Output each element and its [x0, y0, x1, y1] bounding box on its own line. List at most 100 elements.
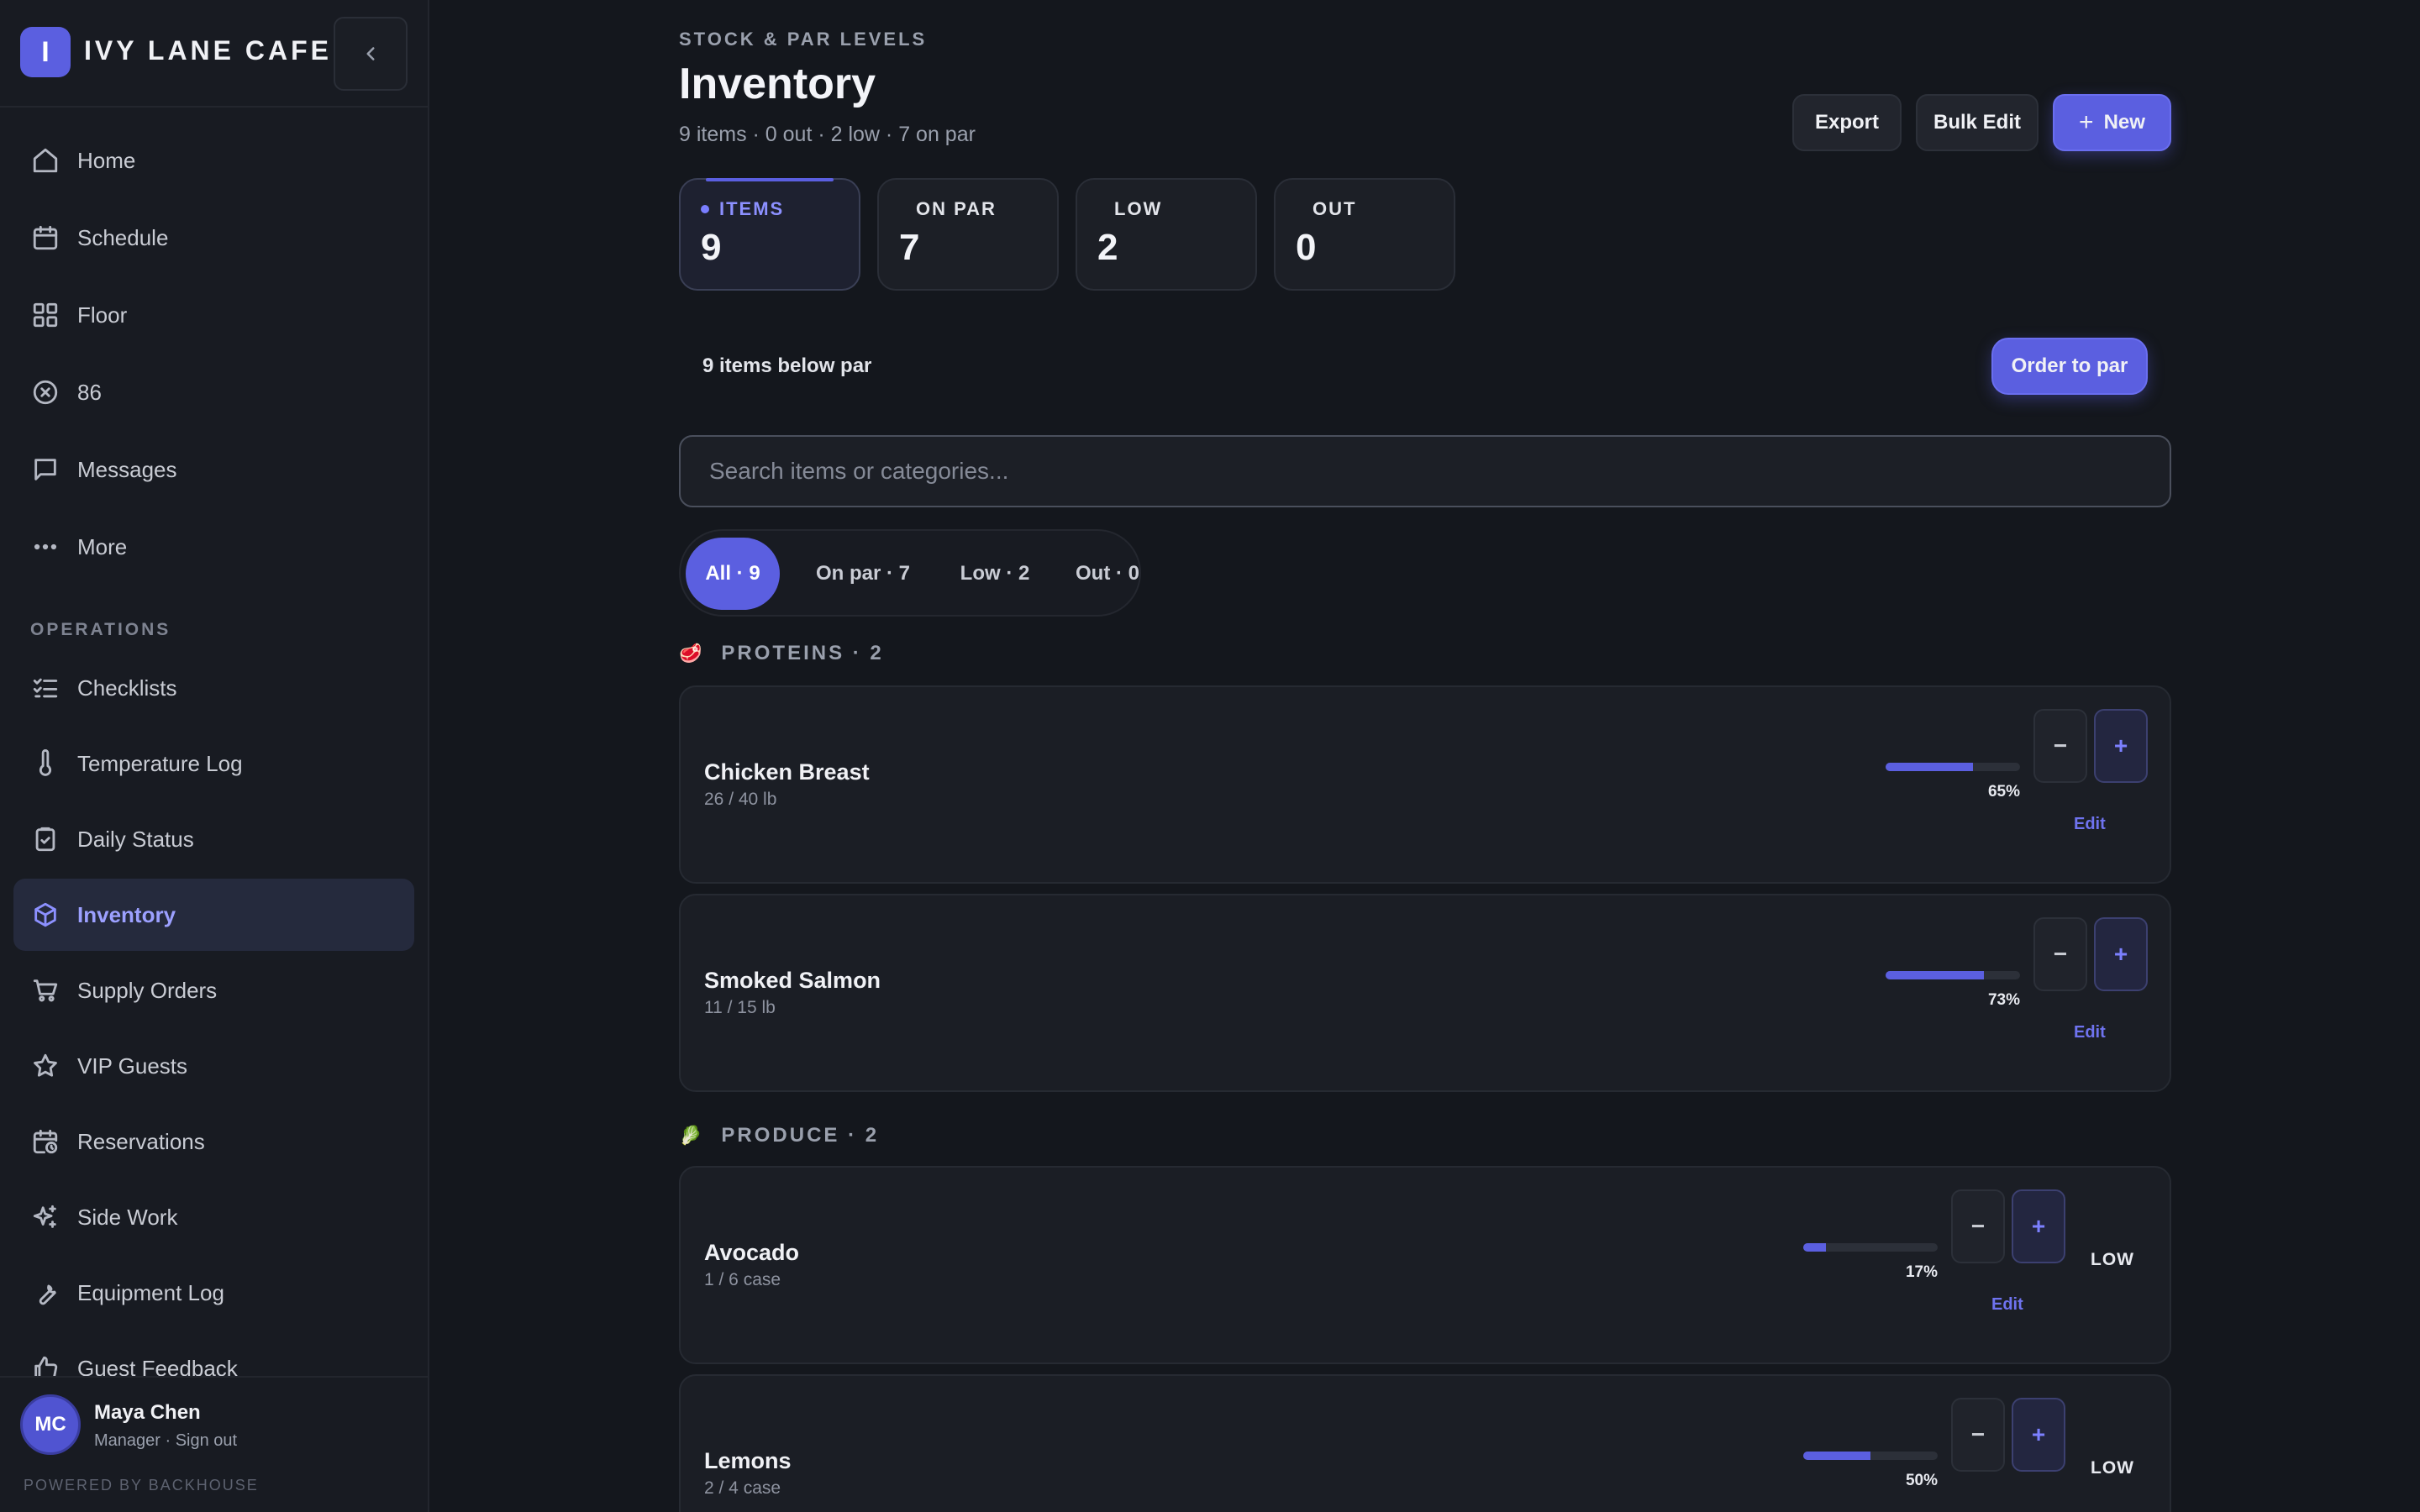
- inventory-item-card: Chicken Breast 26 / 40 lb 65% − + Edit: [679, 685, 2171, 884]
- par-percentage: 50%: [1905, 1472, 1938, 1489]
- stat-value: 7: [899, 227, 920, 268]
- sidebar-item-label: Daily Status: [77, 826, 194, 852]
- increment-button[interactable]: +: [2012, 1398, 2065, 1472]
- sidebar-item-floor[interactable]: Floor: [13, 279, 414, 351]
- edit-link[interactable]: Edit: [2074, 815, 2106, 834]
- par-progress-bar: [1886, 763, 2020, 771]
- sidebar-item-messages[interactable]: Messages: [13, 433, 414, 506]
- item-name: Chicken Breast: [704, 759, 870, 785]
- inventory-item-card: Smoked Salmon 11 / 15 lb 73% − + Edit: [679, 894, 2171, 1092]
- item-name: Avocado: [704, 1240, 800, 1265]
- edit-link[interactable]: Edit: [1991, 1295, 2023, 1315]
- plus-icon: +: [2079, 108, 2094, 136]
- par-percentage: 73%: [1987, 991, 2020, 1009]
- sidebar-item-schedule[interactable]: Schedule: [13, 202, 414, 274]
- sidebar-item-label: Schedule: [77, 224, 169, 250]
- item-quantity: 1 / 6 case: [704, 1270, 781, 1289]
- inventory-item-card: Avocado 1 / 6 case 17% − + Edit LOW: [679, 1166, 2171, 1364]
- sidebar-item-86[interactable]: 86: [13, 356, 414, 428]
- stat-on-par[interactable]: ON PAR 7: [877, 178, 1059, 291]
- sidebar-item-equipment-log[interactable]: Equipment Log: [13, 1257, 414, 1329]
- stat-label: OUT: [1313, 198, 1357, 219]
- filter-chips: All · 9 On par · 7 Low · 2 Out · 0: [679, 529, 1141, 617]
- sidebar-item-supply-orders[interactable]: Supply Orders: [13, 954, 414, 1026]
- sidebar-item-label: More: [77, 533, 128, 559]
- new-button-label: New: [2103, 111, 2145, 134]
- sidebar-item-label: Side Work: [77, 1204, 178, 1230]
- more-icon: [30, 532, 60, 562]
- sparkle-icon: [30, 1202, 60, 1232]
- stat-label: ITEMS: [719, 198, 785, 219]
- par-percentage: 17%: [1905, 1263, 1938, 1281]
- wrench-icon: [30, 1278, 60, 1308]
- filter-low[interactable]: Low · 2: [938, 538, 1052, 610]
- stat-items[interactable]: ITEMS 9: [679, 178, 860, 291]
- sidebar-item-label: Inventory: [77, 901, 176, 927]
- page-title: Inventory: [679, 60, 876, 108]
- filter-all[interactable]: All · 9: [686, 538, 780, 610]
- decrement-button[interactable]: −: [1951, 1398, 2005, 1472]
- sidebar-item-label: VIP Guests: [77, 1053, 188, 1079]
- x-circle-icon: [30, 377, 60, 407]
- decrement-button[interactable]: −: [2033, 917, 2087, 991]
- sidebar-item-label: Checklists: [77, 675, 177, 701]
- chevron-left-icon: [366, 47, 375, 60]
- status-badge: LOW: [2091, 1458, 2134, 1478]
- meat-icon: 🥩: [679, 643, 705, 664]
- stat-label: LOW: [1114, 198, 1163, 219]
- sidebar-item-home[interactable]: Home: [13, 124, 414, 197]
- section-label-operations: OPERATIONS: [30, 620, 171, 639]
- bulk-edit-button[interactable]: Bulk Edit: [1916, 94, 2039, 151]
- filter-on-par[interactable]: On par · 7: [792, 538, 934, 610]
- avatar[interactable]: MC: [20, 1394, 81, 1455]
- active-dot-icon: [701, 205, 709, 213]
- powered-by: POWERED BY BACKHOUSE: [24, 1477, 259, 1494]
- sidebar-item-label: Temperature Log: [77, 750, 243, 776]
- export-button[interactable]: Export: [1792, 94, 1902, 151]
- thermometer-icon: [30, 748, 60, 779]
- page-subtitle: 9 items · 0 out · 2 low · 7 on par: [679, 123, 976, 146]
- filter-out[interactable]: Out · 0: [1052, 538, 1163, 610]
- increment-button[interactable]: +: [2012, 1189, 2065, 1263]
- sidebar-item-more[interactable]: More: [13, 511, 414, 583]
- sidebar-item-side-work[interactable]: Side Work: [13, 1181, 414, 1253]
- calendar-clock-icon: [30, 1126, 60, 1157]
- checklist-icon: [30, 673, 60, 703]
- sidebar-item-temperature-log[interactable]: Temperature Log: [13, 727, 414, 800]
- collapse-sidebar-button[interactable]: [334, 17, 408, 91]
- increment-button[interactable]: +: [2094, 709, 2148, 783]
- star-icon: [30, 1051, 60, 1081]
- item-quantity: 2 / 4 case: [704, 1478, 781, 1498]
- increment-button[interactable]: +: [2094, 917, 2148, 991]
- item-quantity: 26 / 40 lb: [704, 790, 777, 809]
- stat-out[interactable]: OUT 0: [1274, 178, 1455, 291]
- page-eyebrow: STOCK & PAR LEVELS: [679, 29, 928, 50]
- box-icon: [30, 900, 60, 930]
- brand-header: I IVY LANE CAFE: [0, 0, 428, 108]
- sidebar-item-inventory[interactable]: Inventory: [13, 879, 414, 951]
- message-icon: [30, 454, 60, 485]
- status-badge: LOW: [2091, 1250, 2134, 1269]
- stat-low[interactable]: LOW 2: [1076, 178, 1257, 291]
- category-label: PRODUCE · 2: [721, 1124, 880, 1147]
- decrement-button[interactable]: −: [1951, 1189, 2005, 1263]
- home-icon: [30, 145, 60, 176]
- decrement-button[interactable]: −: [2033, 709, 2087, 783]
- new-button[interactable]: + New: [2053, 94, 2171, 151]
- sidebar-item-label: Floor: [77, 302, 128, 328]
- inventory-item-card: Lemons 2 / 4 case 50% − + LOW: [679, 1374, 2171, 1512]
- par-percentage: 65%: [1987, 783, 2020, 801]
- par-progress-bar: [1803, 1452, 1938, 1460]
- grid-icon: [30, 300, 60, 330]
- sidebar-item-vip-guests[interactable]: VIP Guests: [13, 1030, 414, 1102]
- sidebar-item-reservations[interactable]: Reservations: [13, 1105, 414, 1178]
- user-role-sign-out[interactable]: Manager · Sign out: [94, 1431, 237, 1451]
- search-input[interactable]: [679, 435, 2171, 507]
- category-label: PROTEINS · 2: [721, 642, 884, 664]
- sidebar-item-checklists[interactable]: Checklists: [13, 652, 414, 724]
- order-to-par-button[interactable]: Order to par: [1991, 338, 2148, 395]
- sidebar-item-daily-status[interactable]: Daily Status: [13, 803, 414, 875]
- sidebar-item-label: Supply Orders: [77, 977, 218, 1003]
- edit-link[interactable]: Edit: [2074, 1023, 2106, 1042]
- clipboard-icon: [30, 824, 60, 854]
